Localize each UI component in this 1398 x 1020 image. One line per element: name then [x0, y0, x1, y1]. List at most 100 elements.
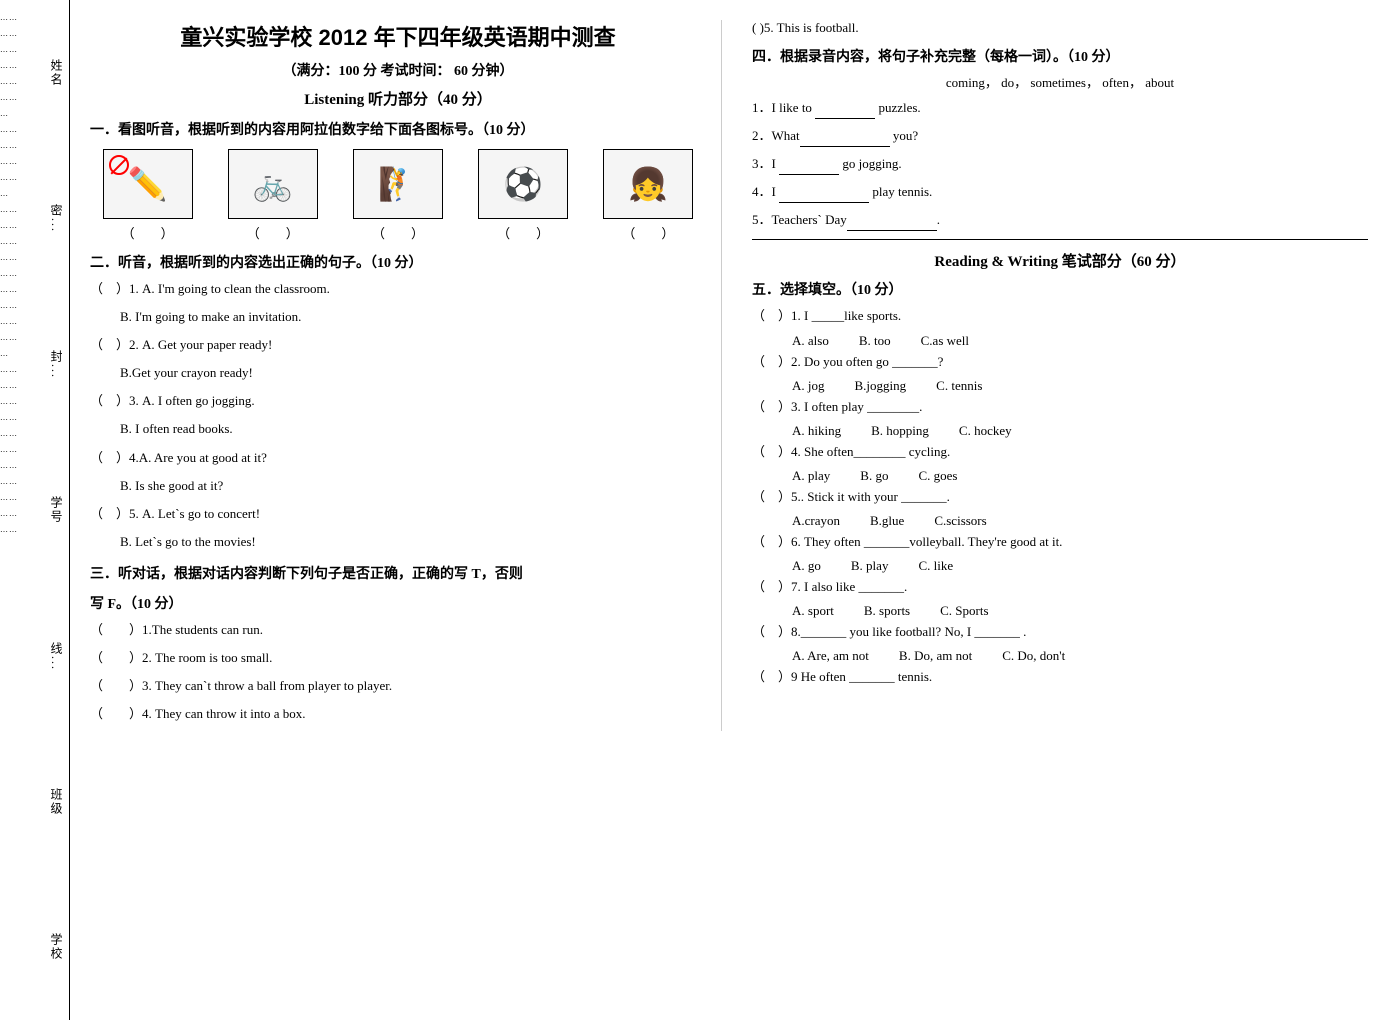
left-column: 童兴实验学校 2012 年下四年级英语期中测查 （满分：100 分 考试时间： … [90, 20, 722, 731]
bike-icon: 🚲 [253, 165, 293, 203]
blank-1 [815, 103, 875, 119]
q2-5b: B. Let`s go to the movies! [120, 531, 706, 553]
q5-7-options: A. sport B. sports C. Sports [792, 603, 1368, 619]
label-xuexiao: 学校 [46, 929, 67, 965]
opt-b: B. Do, am not [899, 648, 972, 664]
ball-icon: ⚽ [503, 165, 543, 203]
opt-a: A.crayon [792, 513, 840, 529]
q2-4b: B. Is she good at it? [120, 475, 706, 497]
q2-3: （ ）3. A. I often go jogging. [90, 390, 706, 412]
q5-4-options: A. play B. go C. goes [792, 468, 1368, 484]
blank-4 [779, 187, 869, 203]
section3-label: 三．听对话，根据对话内容判断下列句子是否正确，正确的写 T，否则 [90, 563, 706, 583]
q2-2b: B.Get your crayon ready! [120, 362, 706, 384]
opt-b: B. too [859, 333, 891, 349]
opt-b: B.jogging [855, 378, 907, 394]
q5-3-options: A. hiking B. hopping C. hockey [792, 423, 1368, 439]
word-bank: coming， do， sometimes， often， about [752, 72, 1368, 91]
blank-2 [800, 131, 890, 147]
answer-paren-2: （ ） [247, 223, 299, 242]
opt-a: A. hiking [792, 423, 841, 439]
pencil-icon: ✏️ [128, 165, 168, 203]
q2-4: （ ）4.A. Are you at good at it? [90, 447, 706, 469]
q3-1: （ ）1.The students can run. [90, 619, 706, 641]
q5-5-options: A.crayon B.glue C.scissors [792, 513, 1368, 529]
image-box-2: 🚲 [228, 149, 318, 219]
listening-header: Listening 听力部分（40 分） [90, 88, 706, 109]
girl-icon: 👧 [628, 165, 668, 203]
q5-6-options: A. go B. play C. like [792, 558, 1368, 574]
images-row: ✏️ （ ） 🚲 （ ） 🧗 [90, 149, 706, 242]
blank-3 [779, 159, 839, 175]
q5-3: （ ）3. I often play ________. [752, 396, 1368, 418]
q2-3b: B. I often read books. [120, 418, 706, 440]
hiker-icon: 🧗 [378, 165, 418, 203]
blank-5 [847, 215, 937, 231]
opt-a: A. go [792, 558, 821, 574]
q2-5: （ ）5. A. Let`s go to concert! [90, 503, 706, 525]
section4-label: 四．根据录音内容，将句子补充完整（每格一词）。（10 分） [752, 46, 1368, 66]
q5-8-options: A. Are, am not B. Do, am not C. Do, don'… [792, 648, 1368, 664]
opt-b: B. go [860, 468, 888, 484]
q4-5: 5．Teachers` Day. [752, 209, 1368, 231]
section3-questions: （ ）1.The students can run. （ ）2. The roo… [90, 619, 706, 725]
right-column: ( )5. This is football. 四．根据录音内容，将句子补充完整… [742, 20, 1368, 731]
exam-info: （满分：100 分 考试时间： 60 分钟） [90, 60, 706, 80]
image-box-1: ✏️ [103, 149, 193, 219]
q5-4: （ ）4. She often________ cycling. [752, 441, 1368, 463]
q5-7: （ ）7. I also like _______. [752, 576, 1368, 598]
label-xuehao: 学号 [46, 492, 67, 528]
section4-questions: 1．I like to puzzles. 2．What you? 3．I go … [752, 97, 1368, 231]
q4-1: 1．I like to puzzles. [752, 97, 1368, 119]
q5-9: （ ）9 He often _______ tennis. [752, 666, 1368, 688]
rw-header: Reading & Writing 笔试部分（60 分） [752, 250, 1368, 271]
top-note: ( )5. This is football. [752, 20, 1368, 36]
label-xingming: 姓名 [46, 55, 67, 91]
opt-c: C. like [918, 558, 953, 574]
answer-paren-1: （ ） [122, 223, 174, 242]
q5-5: （ ）5.. Stick it with your _______. [752, 486, 1368, 508]
image-item-2: 🚲 （ ） [228, 149, 318, 242]
q4-4: 4．I play tennis. [752, 181, 1368, 203]
q5-6: （ ）6. They often _______volleyball. They… [752, 531, 1368, 553]
label-banjiu: 班级 [46, 784, 67, 820]
page-container: …… …… …… …… …… …… … …… …… …… …… … …… …… … [0, 0, 1398, 1020]
q3-4: （ ）4. They can throw it into a box. [90, 703, 706, 725]
opt-a: A. jog [792, 378, 825, 394]
q4-3: 3．I go jogging. [752, 153, 1368, 175]
image-box-5: 👧 [603, 149, 693, 219]
q3-2: （ ）2. The room is too small. [90, 647, 706, 669]
label-mi: 密... [46, 200, 67, 237]
opt-c: C. tennis [936, 378, 982, 394]
opt-c: C. Do, don't [1002, 648, 1065, 664]
label-xian: 线... [46, 638, 67, 675]
image-item-4: ⚽ （ ） [478, 149, 568, 242]
opt-a: A. also [792, 333, 829, 349]
opt-b: B. sports [864, 603, 910, 619]
q2-2: （ ）2. A. Get your paper ready! [90, 334, 706, 356]
section2-label: 二．听音，根据听到的内容选出正确的句子。（10 分） [90, 252, 706, 272]
opt-c: C.scissors [934, 513, 986, 529]
opt-b: B. play [851, 558, 889, 574]
opt-a: A. Are, am not [792, 648, 869, 664]
dotted-lines: …… …… …… …… …… …… … …… …… …… …… … …… …… … [0, 0, 40, 1020]
no-cross-icon [109, 155, 129, 175]
vertical-labels: 姓名 密... 封... 学号 线... 班级 学校 [46, 0, 67, 1020]
q4-2: 2．What you? [752, 125, 1368, 147]
main-content: 童兴实验学校 2012 年下四年级英语期中测查 （满分：100 分 考试时间： … [70, 0, 1398, 1020]
image-item-1: ✏️ （ ） [103, 149, 193, 242]
opt-b: B. hopping [871, 423, 929, 439]
q5-1: （ ）1. I _____like sports. [752, 305, 1368, 327]
opt-c: C.as well [921, 333, 969, 349]
section2-questions: （ ）1. A. I'm going to clean the classroo… [90, 278, 706, 553]
q5-2-options: A. jog B.jogging C. tennis [792, 378, 1368, 394]
q5-1-options: A. also B. too C.as well [792, 333, 1368, 349]
section1-label: 一．看图听音，根据听到的内容用阿拉伯数字给下面各图标号。（10 分） [90, 119, 706, 139]
q2-1b: B. I'm going to make an invitation. [120, 306, 706, 328]
section3-label2: 写 F。（10 分） [90, 593, 706, 613]
answer-paren-5: （ ） [622, 223, 674, 242]
opt-a: A. play [792, 468, 830, 484]
left-margin: …… …… …… …… …… …… … …… …… …… …… … …… …… … [0, 0, 70, 1020]
exam-title: 童兴实验学校 2012 年下四年级英语期中测查 [90, 20, 706, 52]
q5-2: （ ）2. Do you often go _______? [752, 351, 1368, 373]
